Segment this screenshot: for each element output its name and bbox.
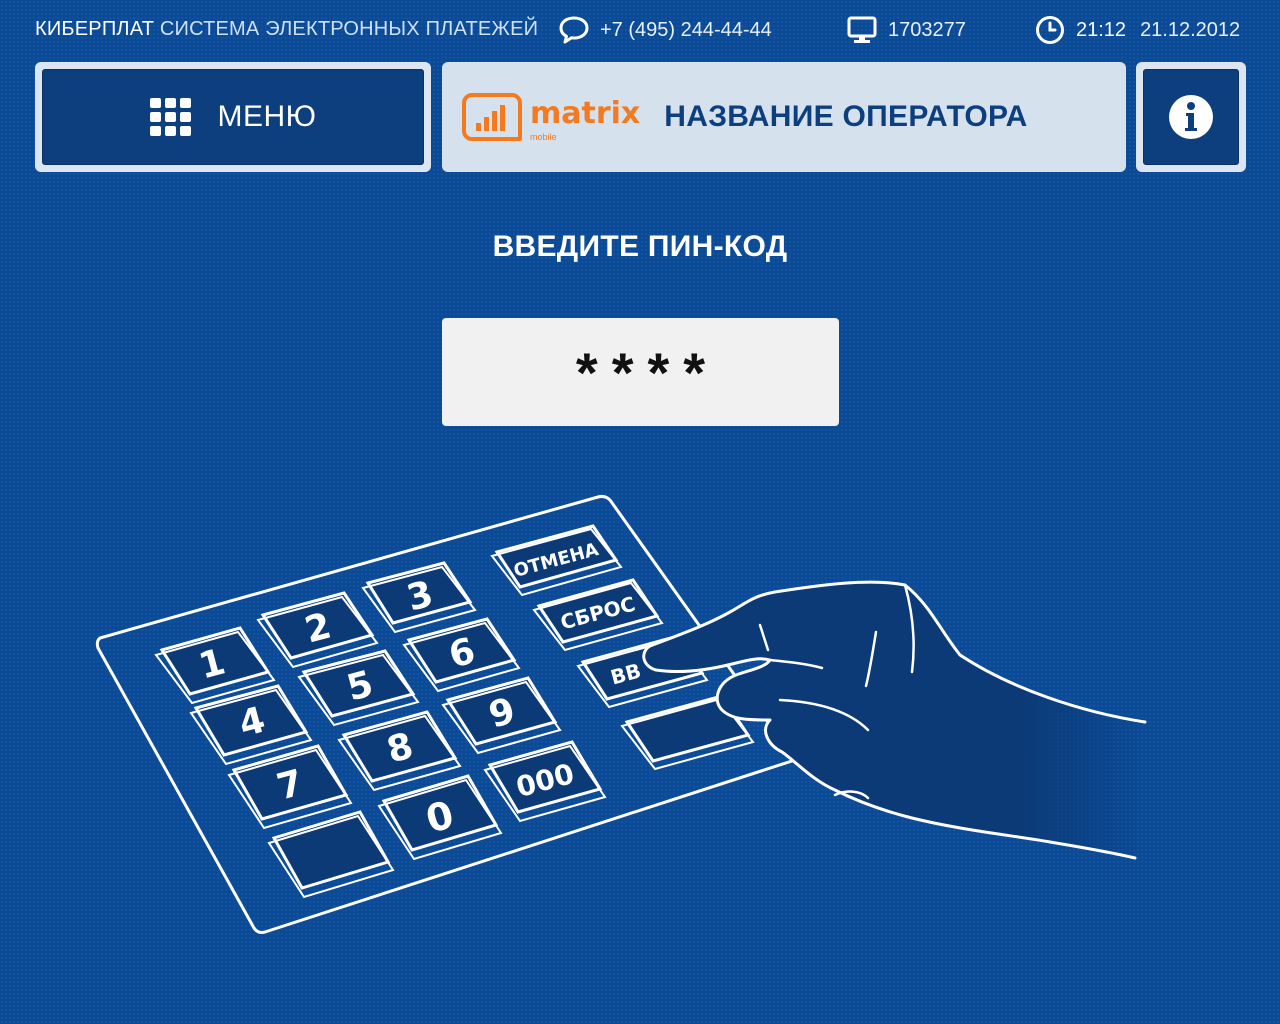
terminal-id: 1703277: [846, 12, 966, 48]
clock-icon: [1036, 16, 1064, 44]
key-blank-left: [267, 810, 395, 899]
operator-logo-text: matrix: [530, 96, 641, 131]
menu-button-face[interactable]: МЕНЮ: [42, 69, 424, 165]
pin-input-field[interactable]: ****: [442, 318, 839, 426]
menu-label: МЕНЮ: [217, 100, 317, 133]
info-button[interactable]: [1136, 62, 1246, 172]
signal-bars-icon: [462, 93, 522, 141]
chat-bubble-icon: [559, 16, 589, 44]
time: 21:12: [1076, 18, 1127, 41]
operator-logo: matrix mobile: [462, 91, 640, 143]
info-button-face[interactable]: [1143, 69, 1239, 165]
brand-name: КИБЕРПЛАТ: [35, 18, 155, 40]
terminal-number: 1703277: [888, 18, 966, 41]
brand-tagline: СИСТЕМА ЭЛЕКТРОННЫХ ПЛАТЕЖЕЙ: [159, 18, 539, 40]
support-phone: +7 (495) 244-44-44: [558, 12, 772, 48]
datetime: 21:12 21.12.2012: [1034, 12, 1240, 48]
pin-prompt: ВВЕДИТЕ ПИН-КОД: [492, 230, 788, 263]
operator-name: НАЗВАНИЕ ОПЕРАТОРА: [664, 100, 1028, 133]
top-info-bar: КИБЕРПЛАТ СИСТЕМА ЭЛЕКТРОННЫХ ПЛАТЕЖЕЙ +…: [0, 0, 1280, 60]
monitor-icon: [847, 16, 877, 43]
info-icon: [1169, 95, 1213, 139]
menu-button[interactable]: МЕНЮ: [35, 62, 431, 172]
phone-number: +7 (495) 244-44-44: [600, 18, 772, 41]
operator-panel: matrix mobile НАЗВАНИЕ ОПЕРАТОРА: [442, 62, 1126, 172]
brand: КИБЕРПЛАТ СИСТЕМА ЭЛЕКТРОННЫХ ПЛАТЕЖЕЙ: [35, 18, 538, 41]
date: 21.12.2012: [1140, 18, 1241, 41]
grid-menu-icon: [149, 98, 191, 136]
operator-logo-subtext: mobile: [530, 132, 557, 142]
keypad-illustration: 1 2 3 4 5 6 7 8 9 0 000 ОТМЕНА СБРОС ВВ: [95, 494, 1147, 934]
